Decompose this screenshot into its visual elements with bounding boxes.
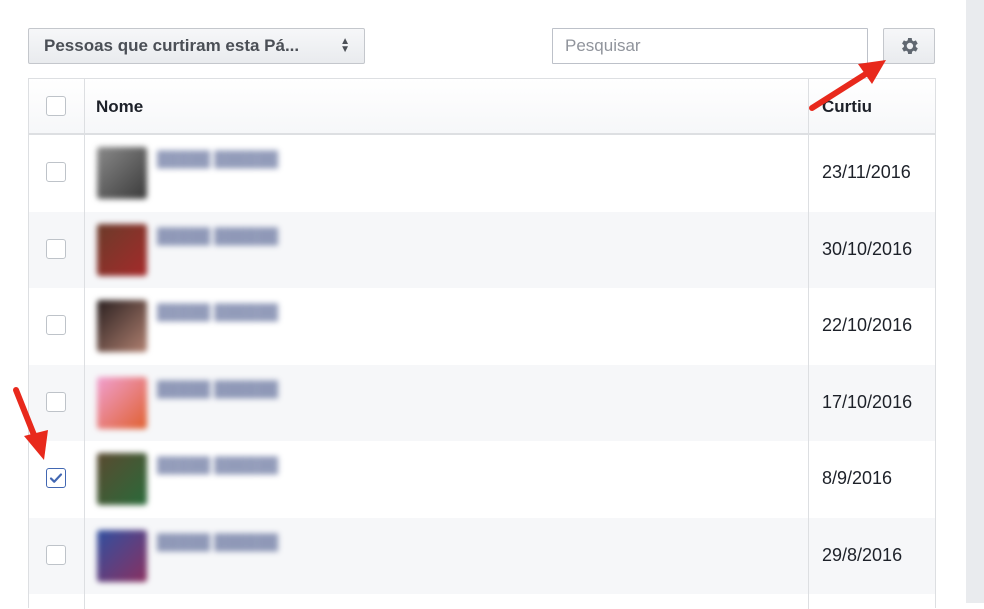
dropdown-label: Pessoas que curtiram esta Pá... <box>44 36 300 55</box>
settings-button[interactable] <box>883 28 935 64</box>
blurred-name-redaction[interactable]: █████ ██████ <box>157 151 278 168</box>
checkmark-icon <box>49 473 63 483</box>
select-all-checkbox[interactable] <box>46 96 66 116</box>
liked-date: 22/10/2016 <box>822 315 913 335</box>
scrollbar-track[interactable] <box>966 0 984 603</box>
blurred-name-redaction[interactable]: █████ ██████ <box>157 304 278 321</box>
row-checkbox[interactable] <box>46 391 66 412</box>
table-row: █████ ██████ 30/10/2016 <box>29 211 935 288</box>
sort-caret-icon: ▲ ▼ <box>340 36 350 55</box>
table-header: Nome Curtiu <box>29 79 935 135</box>
liked-date: 30/10/2016 <box>822 238 913 259</box>
table-row: █████ ██████ 29/8/2016 <box>29 517 935 594</box>
liked-date: 29/8/2016 <box>822 544 903 565</box>
liked-date: 8/9/2016 <box>822 468 893 488</box>
avatar[interactable] <box>97 223 147 276</box>
avatar[interactable] <box>97 147 147 199</box>
likes-table: Nome Curtiu █████ ██████ 23/11/2016 █████ … <box>28 78 936 609</box>
row-checkbox[interactable] <box>46 315 66 335</box>
avatar[interactable] <box>97 529 147 582</box>
audience-dropdown[interactable]: Pessoas que curtiram esta Pá... ▲ ▼ <box>28 28 365 64</box>
liked-date: 17/10/2016 <box>822 391 913 412</box>
table-row: █████ ██████ 23/11/2016 <box>29 135 935 211</box>
blurred-name-redaction[interactable]: █████ ██████ <box>157 534 278 551</box>
blurred-name-redaction[interactable]: █████ ██████ <box>157 228 278 245</box>
row-checkbox[interactable] <box>46 544 66 565</box>
avatar[interactable] <box>97 300 147 352</box>
table-row: █████ ██████ 22/10/2016 <box>29 288 935 364</box>
column-divider <box>84 79 85 609</box>
search-input[interactable] <box>552 28 868 64</box>
blurred-name-redaction[interactable]: █████ ██████ <box>157 457 278 474</box>
avatar[interactable] <box>97 376 147 429</box>
row-checkbox[interactable] <box>46 238 66 259</box>
column-header-name: Nome <box>96 97 144 116</box>
table-row: █████ ██████ 17/10/2016 <box>29 364 935 441</box>
avatar[interactable] <box>97 453 147 505</box>
liked-date: 23/11/2016 <box>822 162 911 182</box>
column-divider <box>808 79 809 609</box>
gear-icon <box>902 38 918 54</box>
table-row: █████ ██████ 8/9/2016 <box>29 441 935 517</box>
row-checkbox[interactable] <box>46 468 66 488</box>
blurred-name-redaction[interactable]: █████ ██████ <box>157 381 278 398</box>
column-header-liked: Curtiu <box>822 97 873 116</box>
row-checkbox[interactable] <box>46 162 66 182</box>
